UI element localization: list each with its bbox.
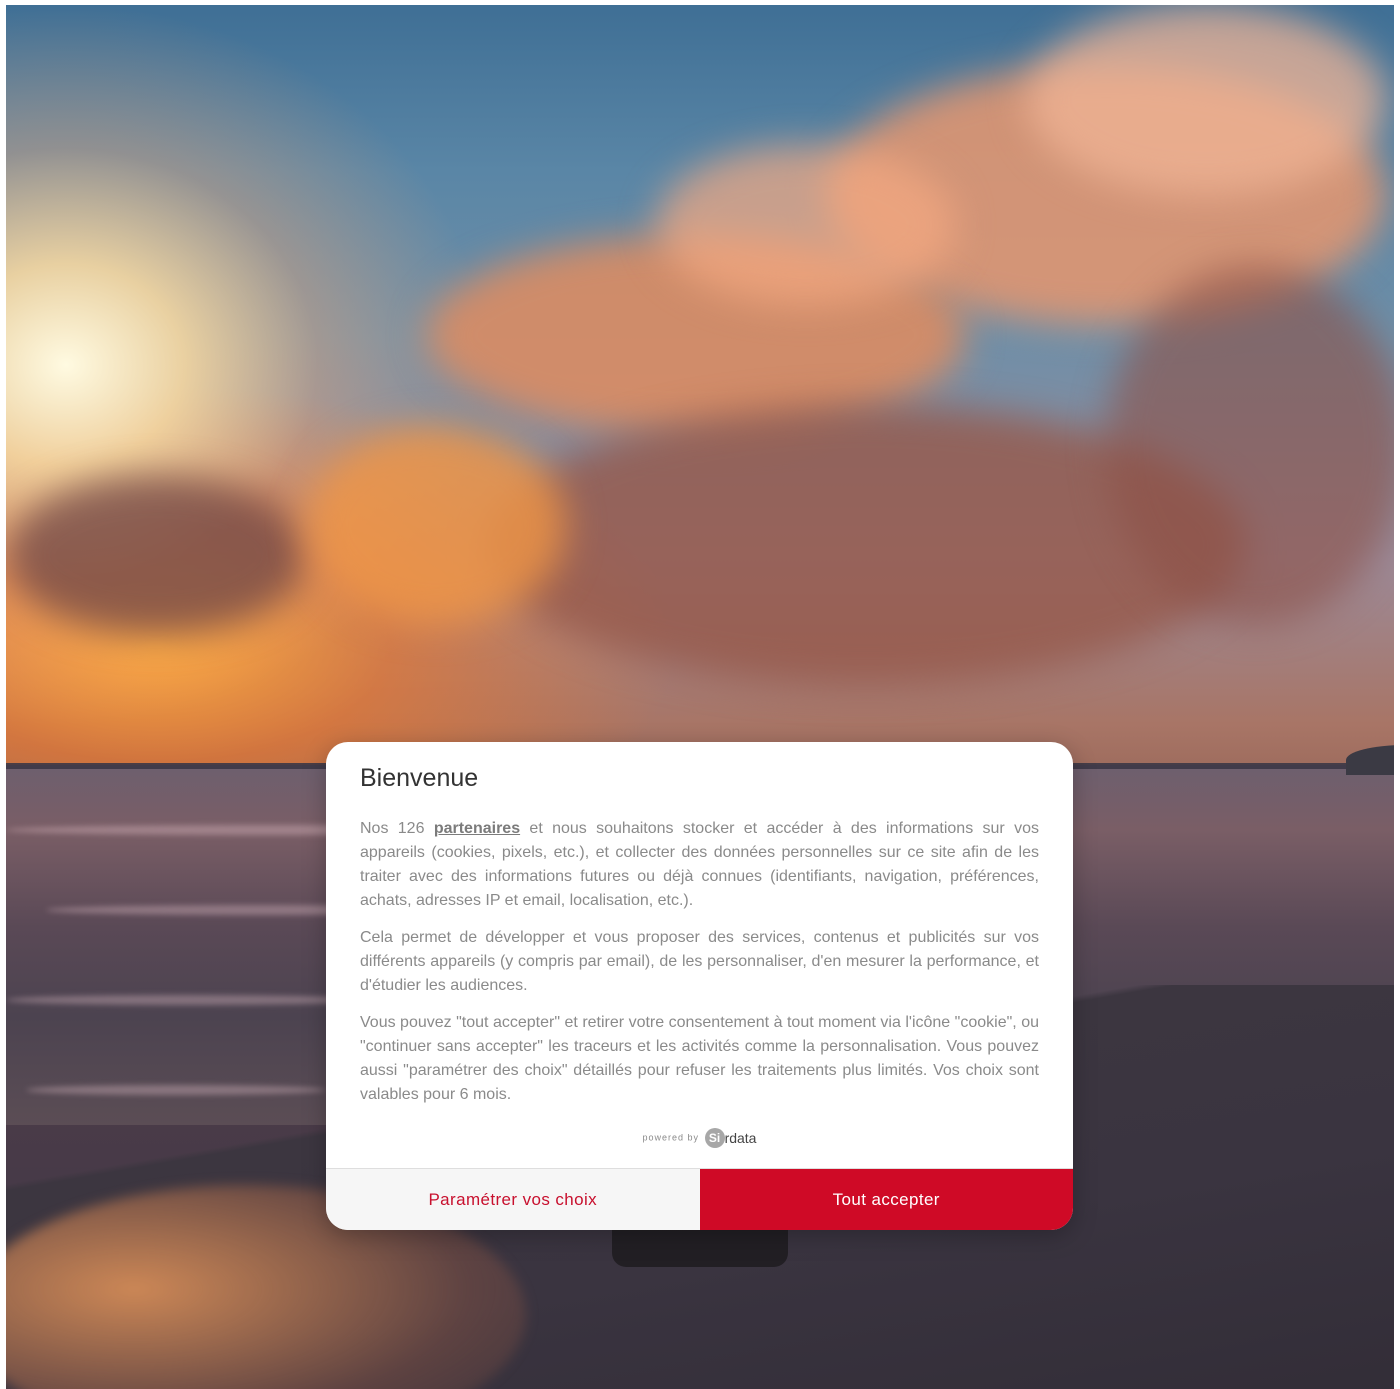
cookie-consent-modal: Bienvenue Nos 126 partenaires et nous so… bbox=[326, 742, 1073, 1230]
sirdata-logo-icon: Si bbox=[704, 1128, 725, 1148]
modal-body: Nos 126 partenaires et nous souhaitons s… bbox=[360, 817, 1039, 1120]
cloud bbox=[306, 425, 566, 625]
powered-by-label: powered by bbox=[642, 1132, 700, 1143]
paragraph-prefix: Nos 126 bbox=[360, 820, 434, 837]
cloud bbox=[1106, 265, 1394, 625]
cloud bbox=[656, 145, 956, 305]
cloud bbox=[1026, 5, 1386, 195]
modal-actions: Paramétrer vos choix Tout accepter bbox=[326, 1168, 1073, 1230]
powered-by: powered by Si rdata bbox=[326, 1128, 1073, 1148]
accept-all-button[interactable]: Tout accepter bbox=[699, 1169, 1073, 1230]
sirdata-logo: Si rdata bbox=[704, 1128, 757, 1148]
consent-paragraph-3: Vous pouvez "tout accepter" et retirer v… bbox=[360, 1014, 1039, 1103]
cloud bbox=[6, 475, 306, 635]
consent-paragraph-1: Nos 126 partenaires et nous souhaitons s… bbox=[360, 817, 1039, 913]
consent-paragraph-2: Cela permet de développer et vous propos… bbox=[360, 929, 1039, 994]
settings-button[interactable]: Paramétrer vos choix bbox=[326, 1169, 700, 1230]
sirdata-logo-text: rdata bbox=[724, 1130, 757, 1146]
modal-title: Bienvenue bbox=[360, 764, 479, 792]
partners-link[interactable]: partenaires bbox=[434, 820, 520, 837]
